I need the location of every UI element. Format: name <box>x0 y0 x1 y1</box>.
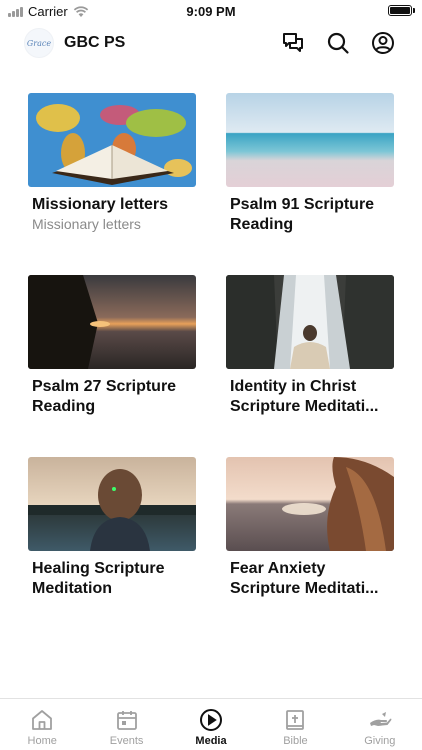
battery-icon <box>388 5 415 16</box>
media-title: Psalm 91 Scripture Reading <box>230 196 375 233</box>
bible-icon <box>286 710 305 730</box>
church-logo[interactable]: Grace <box>24 28 54 58</box>
tab-label: Home <box>27 735 57 747</box>
tab-label: Events <box>109 735 144 747</box>
calendar-icon <box>116 711 137 730</box>
tab-home[interactable]: Home <box>0 699 84 750</box>
tab-media[interactable]: Media <box>169 699 253 750</box>
tab-label: Bible <box>283 735 308 747</box>
status-time: 9:09 PM <box>186 4 236 19</box>
tab-giving[interactable]: Giving <box>338 699 422 750</box>
media-card-psalm-27[interactable]: Psalm 27 Scripture Reading <box>28 275 196 417</box>
media-title: Psalm 27 Scripture Reading <box>32 378 177 415</box>
media-card-healing-scripture[interactable]: Healing Scripture Meditation <box>28 457 196 599</box>
giving-hand-icon <box>369 712 392 726</box>
profile-icon[interactable] <box>371 31 395 55</box>
media-title: Identity in Christ Scripture Meditati... <box>230 378 379 415</box>
media-card-fear-anxiety[interactable]: Fear Anxiety Scripture Meditati... <box>226 457 394 599</box>
app-header: Grace GBC PS <box>0 26 422 62</box>
media-card-psalm-91[interactable]: Psalm 91 Scripture Reading <box>226 93 394 235</box>
media-title: Healing Scripture Meditation <box>32 560 165 597</box>
media-card-identity-in-christ[interactable]: Identity in Christ Scripture Meditati... <box>226 275 394 417</box>
thumbnail-sunset-beach <box>28 275 196 369</box>
home-icon <box>32 710 53 730</box>
tab-label: Media <box>195 735 227 747</box>
thumbnail-ocean-shore <box>226 93 394 187</box>
thumbnail-woman-sea-sunset <box>226 457 394 551</box>
tab-events[interactable]: Events <box>84 699 168 750</box>
tab-label: Giving <box>364 735 396 747</box>
play-icon <box>200 709 223 731</box>
status-bar: Carrier 9:09 PM <box>0 0 422 22</box>
thumbnail-waterfall-person <box>226 275 394 369</box>
bottom-tab-bar: Home Events Media Bible Giving <box>0 698 422 750</box>
chat-icon[interactable] <box>281 31 305 55</box>
search-icon[interactable] <box>326 31 350 55</box>
media-title: Missionary letters <box>32 196 169 213</box>
media-title: Fear Anxiety Scripture Meditati... <box>230 560 379 597</box>
media-card-missionary-letters[interactable]: Missionary letters Missionary letters <box>28 93 196 233</box>
thumbnail-woman-lake-sunset <box>28 457 196 551</box>
media-subtitle: Missionary letters <box>32 216 141 232</box>
thumbnail-world-map-bible <box>28 93 196 187</box>
tab-bible[interactable]: Bible <box>253 699 337 750</box>
app-title: GBC PS <box>64 34 126 51</box>
